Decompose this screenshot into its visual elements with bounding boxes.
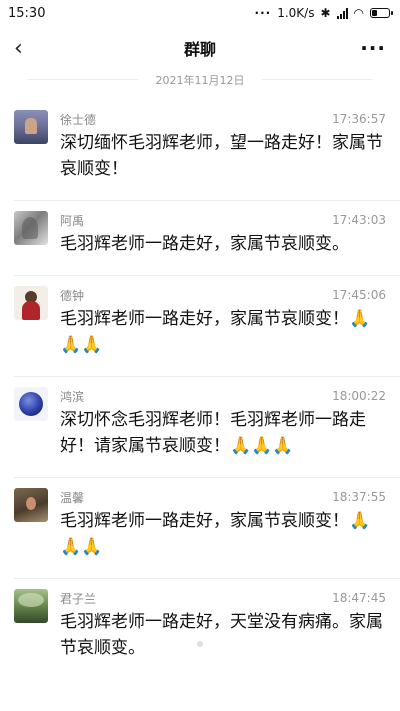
bluetooth-icon: ✱: [320, 6, 331, 20]
message-item[interactable]: 徐士德 17:36:57 深切缅怀毛羽辉老师，望一路走好！家属节哀顺变！: [14, 100, 400, 200]
message-item[interactable]: 温馨 18:37:55 毛羽辉老师一路走好，家属节哀顺变！🙏🙏🙏: [14, 477, 400, 578]
battery-icon: [370, 8, 393, 18]
message-time: 17:43:03: [332, 213, 386, 227]
message-text: 深切缅怀毛羽辉老师，望一路走好！家属节哀顺变！: [60, 133, 383, 179]
message-item[interactable]: 君子兰 18:47:45 毛羽辉老师一路走好，天堂没有病痛。家属节哀顺变。: [14, 578, 400, 679]
chat-header: ‹ 群聊 ···: [0, 26, 400, 70]
chevron-left-icon[interactable]: ‹: [14, 36, 44, 61]
avatar[interactable]: [14, 286, 48, 320]
avatar[interactable]: [14, 488, 48, 522]
status-bar: 15:30 ··· 1.0K/s ✱ ◠: [0, 0, 400, 26]
sender-name: 德钟: [60, 288, 85, 303]
message-item[interactable]: 阿禹 17:43:03 毛羽辉老师一路走好，家属节哀顺变。: [14, 200, 400, 275]
avatar[interactable]: [14, 211, 48, 245]
sender-name: 阿禹: [60, 213, 85, 228]
message-text: 毛羽辉老师一路走好，家属节哀顺变！🙏🙏🙏: [60, 511, 371, 557]
message-text: 深切怀念毛羽辉老师！毛羽辉老师一路走好！请家属节哀顺变！🙏🙏🙏: [60, 410, 366, 456]
message-list: 徐士德 17:36:57 深切缅怀毛羽辉老师，望一路走好！家属节哀顺变！ 阿禹 …: [0, 100, 400, 679]
network-speed: 1.0K/s: [277, 6, 315, 20]
sender-name: 君子兰: [60, 591, 97, 606]
sender-name: 徐士德: [60, 112, 97, 127]
message-time: 17:36:57: [332, 112, 386, 126]
message-text: 毛羽辉老师一路走好，家属节哀顺变。: [60, 234, 349, 254]
status-time: 15:30: [8, 5, 46, 21]
message-item[interactable]: 德钟 17:45:06 毛羽辉老师一路走好，家属节哀顺变！🙏🙏🙏: [14, 275, 400, 376]
message-item[interactable]: 鸿滨 18:00:22 深切怀念毛羽辉老师！毛羽辉老师一路走好！请家属节哀顺变！…: [14, 376, 400, 477]
message-text: 毛羽辉老师一路走好，天堂没有病痛。家属节哀顺变。: [60, 612, 383, 658]
notification-dots-icon: ···: [254, 6, 272, 20]
more-dots-icon[interactable]: ···: [360, 36, 386, 60]
status-icons: ··· 1.0K/s ✱ ◠: [254, 6, 393, 20]
message-time: 17:45:06: [332, 288, 386, 302]
message-time: 18:37:55: [332, 490, 386, 504]
message-time: 18:00:22: [332, 389, 386, 403]
avatar[interactable]: [14, 589, 48, 623]
message-text: 毛羽辉老师一路走好，家属节哀顺变！🙏🙏🙏: [60, 309, 371, 355]
avatar[interactable]: [14, 387, 48, 421]
avatar[interactable]: [14, 110, 48, 144]
message-time: 18:47:45: [332, 591, 386, 605]
sender-name: 温馨: [60, 490, 85, 505]
wifi-icon: ◠: [353, 6, 364, 20]
sender-name: 鸿滨: [60, 389, 85, 404]
signal-icon: [336, 7, 348, 19]
page-title: 群聊: [183, 40, 216, 59]
scroll-indicator: [197, 641, 203, 647]
date-divider: 2021年11月12日: [0, 72, 400, 88]
